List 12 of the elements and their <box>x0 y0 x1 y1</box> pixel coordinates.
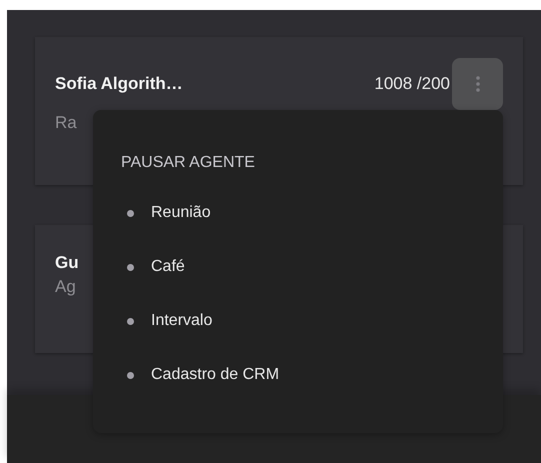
agent-name: Gu <box>55 253 79 273</box>
agent-subtitle: Ra <box>55 113 78 133</box>
agent-count: 1008 /200 <box>374 74 450 94</box>
menu-heading: PAUSAR AGENTE <box>121 153 256 173</box>
menu-item[interactable]: Cadastro de CRM <box>121 363 280 387</box>
menu-item[interactable]: Intervalo <box>121 309 212 333</box>
more-button[interactable] <box>452 58 503 110</box>
menu-item[interactable]: Reunião <box>121 201 211 225</box>
agent-subtitle: Ag <box>55 277 77 297</box>
agent-name: Sofia Algorith… <box>55 74 183 94</box>
vertical-dots-icon <box>476 76 480 92</box>
menu-item[interactable]: Café <box>121 255 185 279</box>
